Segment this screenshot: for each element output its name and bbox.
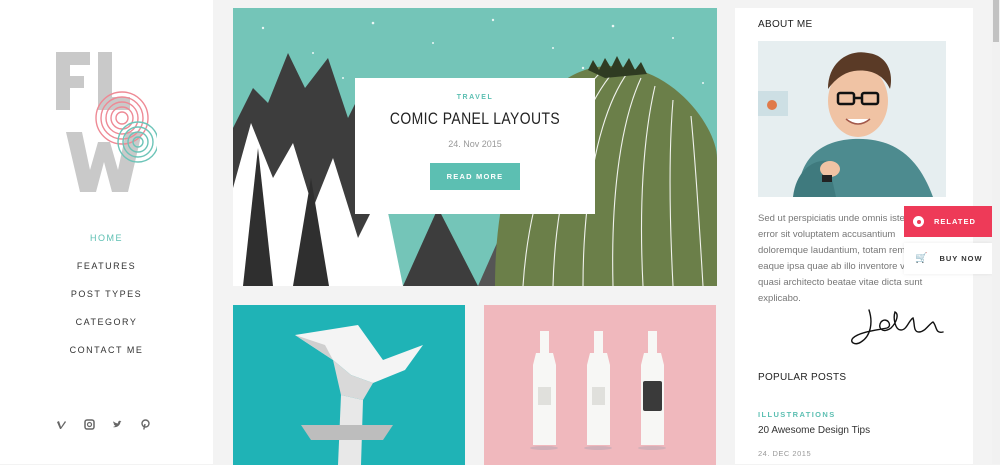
left-sidebar: HOME FEATURES POST TYPES CATEGORY CONTAC… <box>0 0 213 464</box>
nav-item-category[interactable]: CATEGORY <box>0 314 213 342</box>
instagram-icon[interactable] <box>84 417 95 430</box>
related-label: RELATED <box>934 217 976 226</box>
pinterest-icon[interactable] <box>140 417 151 430</box>
popular-posts-title: POPULAR POSTS <box>758 372 847 383</box>
hero-date: 24. Nov 2015 <box>448 139 502 149</box>
nav-item-contact-me[interactable]: CONTACT ME <box>0 342 213 370</box>
buy-now-button[interactable]: 🛒 BUY NOW <box>904 243 992 274</box>
hero-title[interactable]: COMIC PANEL LAYOUTS <box>377 109 574 129</box>
vimeo-icon[interactable] <box>56 417 67 429</box>
flow-logo[interactable] <box>52 50 157 195</box>
twitter-icon[interactable] <box>112 417 123 428</box>
related-icon <box>913 216 924 227</box>
read-more-button[interactable]: READ MORE <box>429 163 521 190</box>
popular-post-title[interactable]: 20 Awesome Design Tips <box>758 425 870 436</box>
post-thumbnail-bottles[interactable] <box>484 305 716 465</box>
popular-post-date: 24. DEC 2015 <box>758 449 812 458</box>
related-button[interactable]: RELATED <box>904 206 992 237</box>
origami-bird-image <box>233 305 465 465</box>
nav-item-post-types[interactable]: POST TYPES <box>0 286 213 314</box>
nav-item-features[interactable]: FEATURES <box>0 258 213 286</box>
about-me-title: ABOUT ME <box>758 19 813 30</box>
hero-card: TRAVEL COMIC PANEL LAYOUTS 24. Nov 2015 … <box>355 78 595 214</box>
social-links <box>56 417 151 430</box>
buy-now-label: BUY NOW <box>939 254 983 263</box>
author-signature <box>851 309 944 345</box>
author-photo <box>758 41 946 197</box>
main-nav: HOME FEATURES POST TYPES CATEGORY CONTAC… <box>0 230 213 370</box>
bottles-image <box>484 305 716 465</box>
page-scrollbar[interactable] <box>992 0 1000 464</box>
scrollbar-thumb[interactable] <box>993 0 999 42</box>
featured-post[interactable]: TRAVEL COMIC PANEL LAYOUTS 24. Nov 2015 … <box>233 8 717 286</box>
hero-category[interactable]: TRAVEL <box>355 94 595 101</box>
post-thumbnail-origami[interactable] <box>233 305 465 465</box>
nav-item-home[interactable]: HOME <box>0 230 213 258</box>
popular-post-category[interactable]: ILLUSTRATIONS <box>758 410 836 419</box>
cart-icon: 🛒 <box>915 253 929 264</box>
